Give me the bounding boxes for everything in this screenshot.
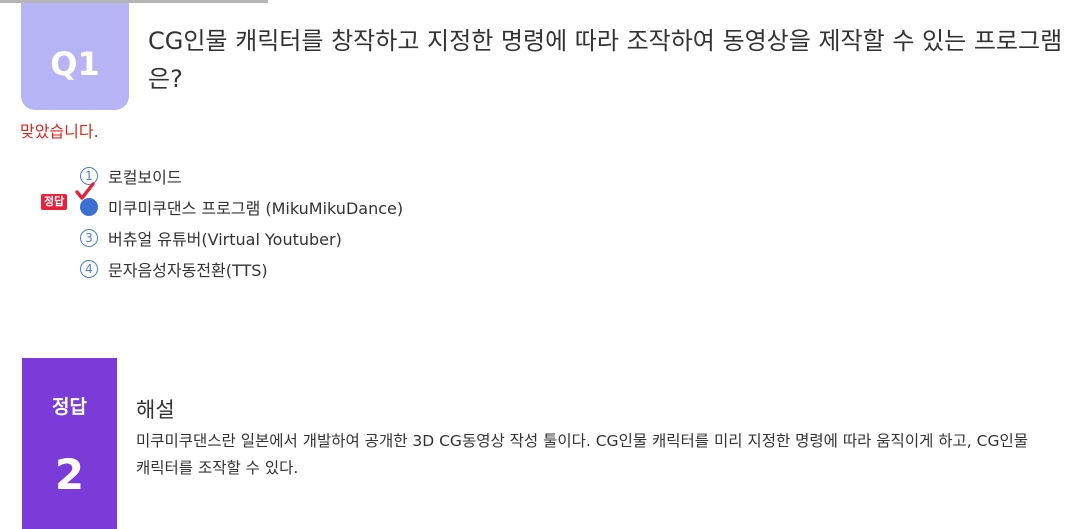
checkmark-icon [75, 182, 95, 200]
option-number-3: 3 [80, 228, 98, 247]
option-4[interactable]: 4 문자음성자동전환(TTS) [0, 253, 700, 284]
option-label-1: 로컬보이드 [108, 167, 182, 187]
option-2[interactable]: 정답 미쿠미쿠댄스 프로그램 (MikuMikuDance) [0, 182, 700, 222]
question-text: CG인물 캐릭터를 창작하고 지정한 명령에 따라 조작하여 동영상을 제작할 … [148, 27, 1063, 93]
explanation-body: 미쿠미쿠댄스란 일본에서 개발하여 공개한 3D CG동영상 작성 툴이다. C… [136, 432, 1028, 477]
options-list: 1 로컬보이드 정답 미쿠미쿠댄스 프로그램 (MikuMikuDance) 3… [0, 160, 700, 284]
option-label-2: 미쿠미쿠댄스 프로그램 (MikuMikuDance) [108, 198, 404, 218]
option-1[interactable]: 1 로컬보이드 [0, 160, 700, 191]
correct-answer-mark: 정답 [41, 194, 68, 210]
explanation-title: 해설 [136, 398, 175, 422]
option-label-3: 버츄얼 유튜버(Virtual Youtuber) [108, 229, 342, 249]
answer-box-label: 정답 [52, 396, 87, 418]
answer-box: 정답 2 [22, 358, 117, 529]
question-number-badge: Q1 [21, 3, 129, 110]
correct-answer-tag: 정답 [41, 194, 68, 210]
option-3[interactable]: 3 버츄얼 유튜버(Virtual Youtuber) [0, 222, 700, 253]
option-number-4: 4 [80, 259, 98, 278]
option-label-4: 문자음성자동전환(TTS) [108, 260, 268, 280]
answer-box-number: 2 [54, 450, 85, 499]
result-message: 맞았습니다. [20, 122, 99, 141]
